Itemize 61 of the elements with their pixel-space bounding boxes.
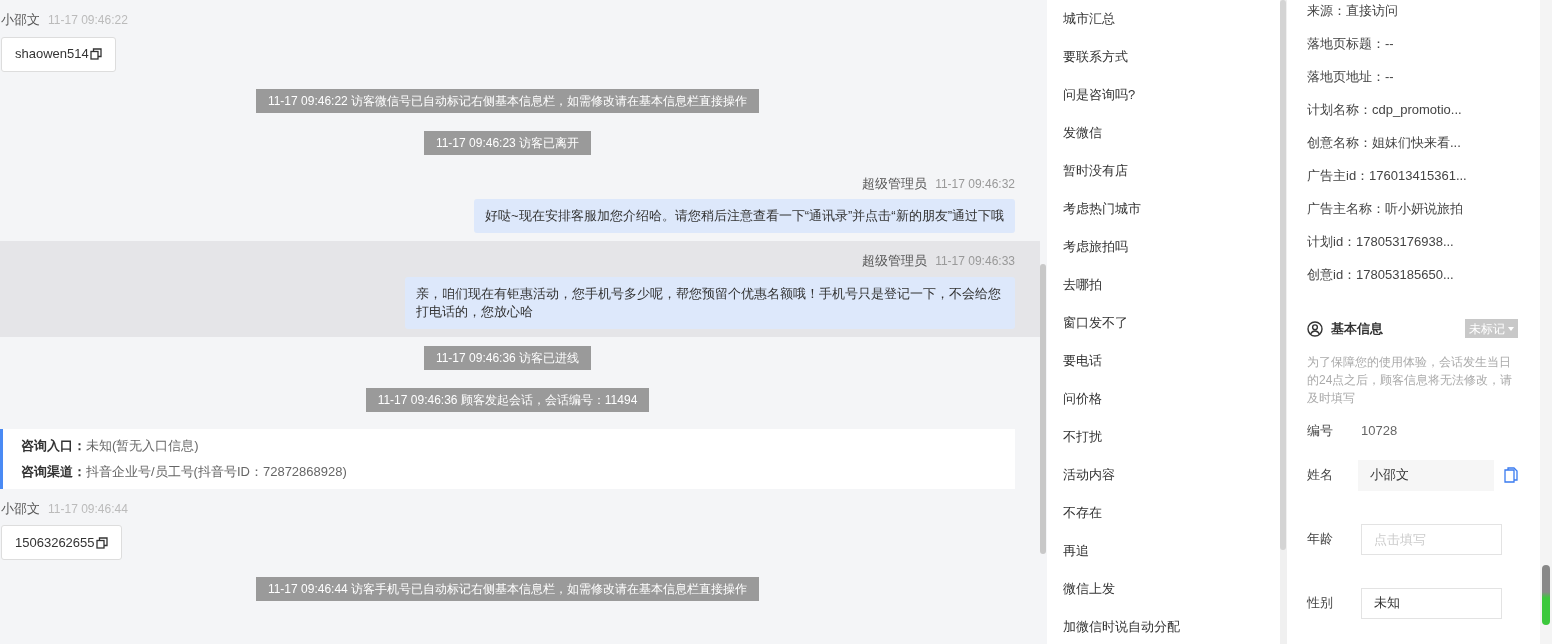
quick-reply-item[interactable]: 微信上发 (1063, 579, 1115, 599)
info-line: 咨询渠道：抖音企业号/员工号(抖音号ID：72872868928) (21, 462, 348, 481)
caret-icon (1508, 326, 1514, 331)
message-time: 11-17 09:46:44 (48, 500, 128, 518)
system-notice: 11-17 09:46:22 访客微信号已自动标记右侧基本信息栏，如需修改请在基本信息栏直接操作 (255, 88, 760, 113)
quick-reply-item[interactable]: 要电话 (1063, 351, 1102, 371)
quick-reply-item[interactable]: 考虑热门城市 (1063, 199, 1141, 219)
source-info-line: 计划名称：cdp_promotio... (1307, 100, 1462, 119)
system-notice: 11-17 09:46:44 访客手机号已自动标记右侧基本信息栏，如需修改请在基本信息栏直接操作 (255, 577, 760, 601)
quick-reply-item[interactable]: 活动内容 (1063, 465, 1115, 485)
message-bubble: 亲，咱们现在有钜惠活动，您手机号多少呢，帮您预留个优惠名额哦！手机号只是登记一下，不会给您打电话的，您放心哈 (405, 276, 1015, 329)
message-time: 11-17 09:46:33 (935, 253, 1015, 270)
source-info-line: 落地页地址：-- (1307, 67, 1394, 86)
message-bubble: 15063262655 (1, 525, 122, 560)
info-line: 咨询入口：未知(暂无入口信息) (21, 436, 200, 455)
input-field[interactable]: 未知 (1361, 587, 1502, 619)
quick-reply-item[interactable]: 去哪拍 (1063, 275, 1102, 295)
quick-reply-item[interactable]: 要联系方式 (1063, 47, 1128, 67)
copy-icon[interactable] (95, 536, 108, 549)
scrollbar-thumb[interactable] (1542, 565, 1550, 625)
source-info-line: 创意id：178053185650... (1307, 265, 1454, 284)
notice-text: 为了保障您的使用体验，会话发生当日的24点之后，顾客信息将无法修改，请及时填写 (1307, 353, 1514, 407)
source-info-line: 创意名称：姐妹们快来看... (1307, 133, 1461, 152)
quick-reply-item[interactable]: 问是咨询吗? (1063, 85, 1136, 105)
field-label: 姓名 (1307, 466, 1334, 485)
field-label: 年龄 (1307, 530, 1334, 549)
source-info-line: 广告主id：176013415361... (1307, 166, 1467, 185)
field-label: 性别 (1307, 594, 1334, 613)
system-notice: 11-17 09:46:36 顾客发起会话，会话编号：11494 (365, 387, 650, 412)
scrollbar-thumb[interactable] (1040, 264, 1046, 554)
scrollbar-thumb[interactable] (1280, 0, 1286, 550)
system-notice: 11-17 09:46:23 访客已离开 (423, 130, 592, 155)
message-bubble: 好哒~现在安排客服加您介绍哈。请您稍后注意查看一下“通讯录”并点击“新的朋友”通过下哦 (474, 199, 1015, 233)
input-field[interactable]: 小邵文 (1358, 459, 1494, 491)
user-circle-icon (1307, 320, 1323, 337)
message-bubble: shaowen514 (1, 36, 116, 72)
quick-reply-item[interactable]: 再追 (1063, 541, 1089, 561)
quick-reply-item[interactable]: 城市汇总 (1063, 9, 1115, 29)
message-time: 11-17 09:46:32 (935, 175, 1015, 193)
quick-reply-item[interactable]: 不打扰 (1063, 427, 1102, 447)
sender-name: 小邵文 (1, 499, 40, 518)
quick-reply-item[interactable]: 问价格 (1063, 389, 1102, 409)
source-info-line: 计划id：178053176938... (1307, 232, 1454, 251)
quick-reply-item[interactable]: 窗口发不了 (1063, 313, 1128, 333)
quick-reply-item[interactable]: 考虑旅拍吗 (1063, 237, 1128, 257)
copy-icon[interactable] (89, 48, 102, 60)
message-time: 11-17 09:46:22 (48, 12, 128, 29)
sender-name: 超级管理员 (862, 174, 928, 193)
section-title: 基本信息 (1331, 320, 1383, 338)
field-value: 10728 (1361, 421, 1398, 440)
source-info-line: 广告主名称：听小妍说旅拍 (1307, 199, 1463, 218)
source-info-line: 来源：直接访问 (1307, 1, 1398, 20)
system-notice: 11-17 09:46:36 访客已进线 (423, 345, 592, 370)
quick-reply-item[interactable]: 暂时没有店 (1063, 161, 1128, 181)
sender-name: 小邵文 (1, 11, 40, 29)
quick-reply-item[interactable]: 发微信 (1063, 123, 1102, 143)
source-info-line: 落地页标题：-- (1307, 34, 1394, 53)
quick-reply-item[interactable]: 不存在 (1063, 503, 1102, 523)
sender-name: 超级管理员 (862, 252, 928, 270)
field-label: 编号 (1307, 421, 1334, 440)
quick-reply-item[interactable]: 加微信时说自动分配 (1063, 617, 1180, 637)
